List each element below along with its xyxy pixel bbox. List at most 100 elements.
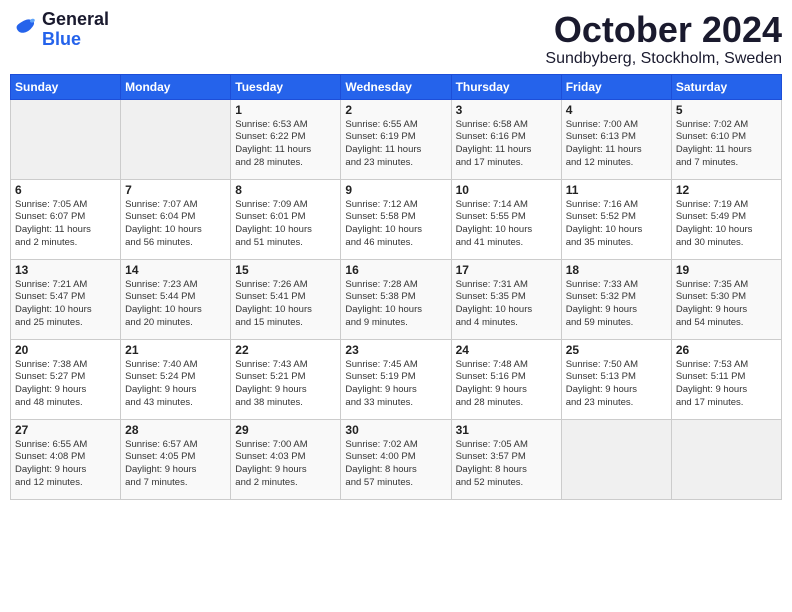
calendar-cell: 27 Sunrise: 6:55 AM Sunset: 4:08 PM Dayli… [11,419,121,499]
calendar-cell: 18 Sunrise: 7:33 AM Sunset: 5:32 PM Dayli… [561,259,671,339]
cell-content: Sunrise: 7:35 AM Sunset: 5:30 PM Dayligh… [676,279,777,330]
cell-content: Sunrise: 7:53 AM Sunset: 5:11 PM Dayligh… [676,359,777,410]
col-header-monday: Monday [121,74,231,99]
calendar-cell [561,419,671,499]
day-number: 26 [676,343,777,357]
cell-content: Sunrise: 7:09 AM Sunset: 6:01 PM Dayligh… [235,199,336,250]
cell-content: Sunrise: 7:21 AM Sunset: 5:47 PM Dayligh… [15,279,116,330]
week-row-1: 1 Sunrise: 6:53 AM Sunset: 6:22 PM Daylig… [11,99,782,179]
cell-content: Sunrise: 6:55 AM Sunset: 6:19 PM Dayligh… [345,119,446,170]
day-number: 20 [15,343,116,357]
cell-content: Sunrise: 6:53 AM Sunset: 6:22 PM Dayligh… [235,119,336,170]
cell-content: Sunrise: 7:38 AM Sunset: 5:27 PM Dayligh… [15,359,116,410]
day-number: 16 [345,263,446,277]
calendar-cell: 29Sunrise: 7:00 AM Sunset: 4:03 PM Dayli… [231,419,341,499]
calendar-cell: 6 Sunrise: 7:05 AM Sunset: 6:07 PM Daylig… [11,179,121,259]
calendar-cell: 11 Sunrise: 7:16 AM Sunset: 5:52 PM Dayli… [561,179,671,259]
week-row-3: 13 Sunrise: 7:21 AM Sunset: 5:47 PM Dayli… [11,259,782,339]
calendar-cell [11,99,121,179]
col-header-friday: Friday [561,74,671,99]
logo-line1: General [42,10,109,30]
day-number: 4 [566,103,667,117]
day-number: 2 [345,103,446,117]
cell-content: Sunrise: 7:02 AM Sunset: 6:10 PM Dayligh… [676,119,777,170]
month-title: October 2024 [545,10,782,50]
cell-content: Sunrise: 7:40 AM Sunset: 5:24 PM Dayligh… [125,359,226,410]
calendar-cell: 25Sunrise: 7:50 AM Sunset: 5:13 PM Dayli… [561,339,671,419]
day-number: 23 [345,343,446,357]
calendar-cell: 4 Sunrise: 7:00 AM Sunset: 6:13 PM Daylig… [561,99,671,179]
calendar-cell: 14Sunrise: 7:23 AM Sunset: 5:44 PM Dayli… [121,259,231,339]
col-header-sunday: Sunday [11,74,121,99]
day-number: 27 [15,423,116,437]
day-number: 24 [456,343,557,357]
day-number: 22 [235,343,336,357]
day-number: 17 [456,263,557,277]
day-number: 13 [15,263,116,277]
calendar-cell: 22Sunrise: 7:43 AM Sunset: 5:21 PM Dayli… [231,339,341,419]
cell-content: Sunrise: 7:07 AM Sunset: 6:04 PM Dayligh… [125,199,226,250]
cell-content: Sunrise: 7:50 AM Sunset: 5:13 PM Dayligh… [566,359,667,410]
cell-content: Sunrise: 7:16 AM Sunset: 5:52 PM Dayligh… [566,199,667,250]
calendar-cell: 20 Sunrise: 7:38 AM Sunset: 5:27 PM Dayli… [11,339,121,419]
calendar-cell: 16 Sunrise: 7:28 AM Sunset: 5:38 PM Dayli… [341,259,451,339]
day-number: 14 [125,263,226,277]
cell-content: Sunrise: 7:05 AM Sunset: 3:57 PM Dayligh… [456,439,557,490]
calendar-cell: 31 Sunrise: 7:05 AM Sunset: 3:57 PM Dayli… [451,419,561,499]
calendar-cell: 17 Sunrise: 7:31 AM Sunset: 5:35 PM Dayli… [451,259,561,339]
day-number: 10 [456,183,557,197]
calendar-cell: 30 Sunrise: 7:02 AM Sunset: 4:00 PM Dayli… [341,419,451,499]
calendar-cell: 26 Sunrise: 7:53 AM Sunset: 5:11 PM Dayli… [671,339,781,419]
day-number: 8 [235,183,336,197]
day-number: 31 [456,423,557,437]
cell-content: Sunrise: 7:00 AM Sunset: 6:13 PM Dayligh… [566,119,667,170]
cell-content: Sunrise: 7:31 AM Sunset: 5:35 PM Dayligh… [456,279,557,330]
day-number: 5 [676,103,777,117]
cell-content: Sunrise: 7:02 AM Sunset: 4:00 PM Dayligh… [345,439,446,490]
page-header: General Blue October 2024 Sundbyberg, St… [10,10,782,68]
day-number: 11 [566,183,667,197]
calendar-cell: 10 Sunrise: 7:14 AM Sunset: 5:55 PM Dayli… [451,179,561,259]
calendar-cell [121,99,231,179]
calendar-cell: 28 Sunrise: 6:57 AM Sunset: 4:05 PM Dayli… [121,419,231,499]
cell-content: Sunrise: 7:14 AM Sunset: 5:55 PM Dayligh… [456,199,557,250]
calendar-cell: 9Sunrise: 7:12 AM Sunset: 5:58 PM Daylig… [341,179,451,259]
day-number: 28 [125,423,226,437]
calendar-cell: 8 Sunrise: 7:09 AM Sunset: 6:01 PM Daylig… [231,179,341,259]
col-header-wednesday: Wednesday [341,74,451,99]
calendar-cell: 21 Sunrise: 7:40 AM Sunset: 5:24 PM Dayli… [121,339,231,419]
calendar-header-row: SundayMondayTuesdayWednesdayThursdayFrid… [11,74,782,99]
cell-content: Sunrise: 7:26 AM Sunset: 5:41 PM Dayligh… [235,279,336,330]
week-row-5: 27 Sunrise: 6:55 AM Sunset: 4:08 PM Dayli… [11,419,782,499]
day-number: 6 [15,183,116,197]
day-number: 21 [125,343,226,357]
calendar-cell [671,419,781,499]
calendar-cell: 24Sunrise: 7:48 AM Sunset: 5:16 PM Dayli… [451,339,561,419]
title-block: October 2024 Sundbyberg, Stockholm, Swed… [545,10,782,68]
week-row-2: 6 Sunrise: 7:05 AM Sunset: 6:07 PM Daylig… [11,179,782,259]
calendar-cell: 1 Sunrise: 6:53 AM Sunset: 6:22 PM Daylig… [231,99,341,179]
day-number: 19 [676,263,777,277]
location: Sundbyberg, Stockholm, Sweden [545,50,782,68]
day-number: 3 [456,103,557,117]
cell-content: Sunrise: 7:28 AM Sunset: 5:38 PM Dayligh… [345,279,446,330]
calendar-cell: 7 Sunrise: 7:07 AM Sunset: 6:04 PM Daylig… [121,179,231,259]
calendar-cell: 3 Sunrise: 6:58 AM Sunset: 6:16 PM Daylig… [451,99,561,179]
day-number: 29 [235,423,336,437]
logo-line2: Blue [42,30,109,50]
cell-content: Sunrise: 7:05 AM Sunset: 6:07 PM Dayligh… [15,199,116,250]
day-number: 1 [235,103,336,117]
day-number: 30 [345,423,446,437]
calendar-cell: 12Sunrise: 7:19 AM Sunset: 5:49 PM Dayli… [671,179,781,259]
cell-content: Sunrise: 7:33 AM Sunset: 5:32 PM Dayligh… [566,279,667,330]
cell-content: Sunrise: 6:58 AM Sunset: 6:16 PM Dayligh… [456,119,557,170]
calendar-cell: 5 Sunrise: 7:02 AM Sunset: 6:10 PM Daylig… [671,99,781,179]
logo-icon [10,16,38,44]
cell-content: Sunrise: 6:55 AM Sunset: 4:08 PM Dayligh… [15,439,116,490]
day-number: 18 [566,263,667,277]
cell-content: Sunrise: 6:57 AM Sunset: 4:05 PM Dayligh… [125,439,226,490]
col-header-saturday: Saturday [671,74,781,99]
cell-content: Sunrise: 7:45 AM Sunset: 5:19 PM Dayligh… [345,359,446,410]
calendar-cell: 13 Sunrise: 7:21 AM Sunset: 5:47 PM Dayli… [11,259,121,339]
day-number: 7 [125,183,226,197]
